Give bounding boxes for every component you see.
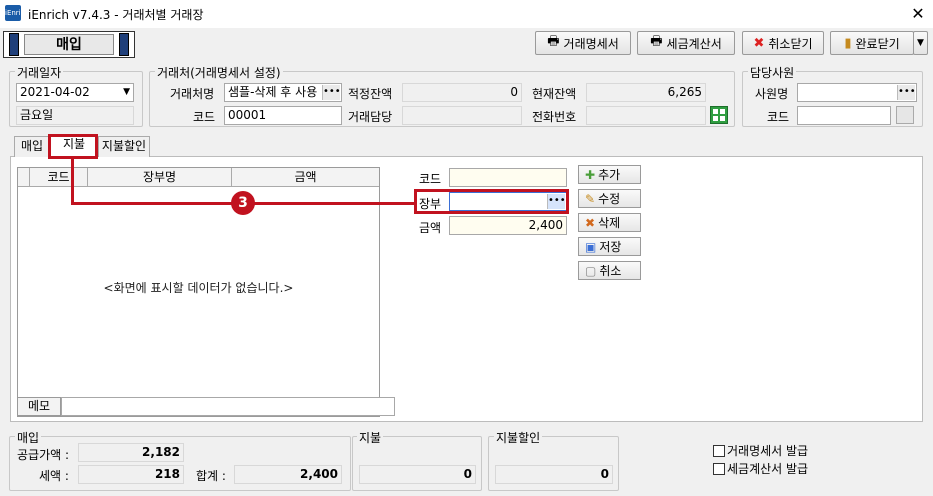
opening-balance-label: 적정잔액 [348,87,393,101]
print-tax-invoice-button[interactable]: 🖶 세금계산서 [637,31,735,55]
close-icon[interactable]: ✕ [908,4,928,24]
statement-issue-label: 거래명세서 발급 [727,444,809,458]
checkbox-box[interactable] [713,444,725,457]
edit-button[interactable]: ✎ 수정 [578,189,641,208]
trade-date-group-label: 거래일자 [15,64,64,81]
supply-amount-label: 공급가액 : [17,448,70,462]
column-header-amount[interactable]: 금액 [232,168,379,186]
tax-invoice-issue-label: 세금계산서 발급 [727,462,809,476]
form-amount-label: 금액 [419,221,442,235]
x-icon: ✖ [753,35,765,51]
delete-button[interactable]: ✖ 삭제 [578,213,641,232]
trade-date-picker[interactable]: 2021-04-02 ▼ [16,83,134,102]
payment-total-field: 0 [359,465,476,484]
disk-icon: ▣ [585,239,597,254]
save-button[interactable]: ▣ 저장 [578,237,641,256]
more-icon[interactable]: ••• [897,85,916,100]
client-code-field[interactable]: 00001 [224,106,342,125]
cancel-label: 취소 [599,264,622,278]
window-title: iEnrich v7.4.3 - 거래처별 거래장 [28,8,204,22]
delete-icon: ✖ [585,215,596,230]
client-name-field[interactable]: 샘플-삭제 후 사용 ••• [224,83,342,102]
client-code-label: 코드 [193,110,216,124]
purchase-summary-label: 매입 [15,429,42,446]
save-label: 저장 [599,240,622,254]
staff-code-field[interactable] [797,106,891,125]
client-name-label: 거래처명 [170,87,215,101]
client-contact-field [402,106,522,125]
printer-icon: 🖶 [650,34,663,49]
pencil-icon: ✎ [585,191,596,206]
supply-amount-field: 2,182 [78,443,184,462]
highlight-box-ledger [414,189,569,214]
done-close-button[interactable]: ▮ 완료닫기 [830,31,914,55]
total-amount-field: 2,400 [234,465,342,484]
tax-amount-label: 세액 : [39,469,69,483]
discount-summary-label: 지불할인 [494,429,543,446]
cancel-close-label: 취소닫기 [768,36,813,51]
tab-purchase[interactable]: 매입 [14,136,50,157]
client-group-label: 거래처(거래명세서 설정) [155,64,283,81]
weekday-field: 금요일 [16,106,134,125]
delete-label: 삭제 [598,216,621,230]
staff-code-label: 코드 [767,110,790,124]
mode-label: 매입 [24,34,114,55]
staff-group-label: 담당사원 [748,64,797,81]
discount-total-field: 0 [495,465,613,484]
staff-lookup-icon[interactable] [896,106,914,124]
highlight-box-tab [48,134,98,159]
add-icon: ✚ [585,167,596,182]
trade-date-value: 2021-04-02 [20,85,90,99]
opening-balance-field: 0 [402,83,522,102]
print-statement-label: 거래명세서 [563,36,619,51]
statement-issue-checkbox[interactable]: 거래명세서 발급 [713,442,808,459]
print-tax-invoice-label: 세금계산서 [666,36,722,51]
column-header-ledger-name[interactable]: 장부명 [88,168,232,186]
cancel-button[interactable]: ▢ 취소 [578,261,641,280]
add-button[interactable]: ✚ 추가 [578,165,641,184]
current-balance-label: 현재잔액 [532,87,577,101]
form-amount-field[interactable]: 2,400 [449,216,567,235]
more-icon[interactable]: ••• [322,85,341,100]
grid-row-indicator [18,168,30,186]
print-statement-button[interactable]: 🖶 거래명세서 [535,31,631,55]
book-icon: ▮ [844,35,852,51]
done-close-dropdown[interactable]: ▼ [913,31,928,55]
grid-empty-message: <화면에 표시할 데이터가 없습니다.> [103,281,294,295]
cancel-icon: ▢ [585,263,597,278]
client-name-value: 샘플-삭제 후 사용 [228,85,318,99]
form-code-field[interactable] [449,168,567,187]
done-close-label: 완료닫기 [855,36,900,51]
printer-icon: 🖶 [547,34,560,49]
memo-label: 메모 [17,397,61,416]
tab-payment-discount[interactable]: 지불할인 [98,136,150,157]
tax-invoice-issue-checkbox[interactable]: 세금계산서 발급 [713,460,808,477]
mode-bar-right [119,33,129,56]
connector-line-vertical [71,159,74,205]
checkbox-box[interactable] [713,462,725,475]
phone-lookup-icon[interactable] [710,106,728,124]
form-code-label: 코드 [419,172,442,186]
mode-indicator: 매입 [3,31,135,58]
cancel-close-button[interactable]: ✖ 취소닫기 [742,31,824,55]
edit-label: 수정 [598,192,621,206]
add-label: 추가 [598,168,621,182]
step-marker: 3 [231,191,255,215]
chevron-down-icon: ▼ [123,87,130,97]
column-header-code[interactable]: 코드 [30,168,88,186]
phone-label: 전화번호 [532,110,577,124]
staff-name-label: 사원명 [755,87,789,101]
phone-field [586,106,706,125]
mode-bar-left [9,33,19,56]
tax-amount-field: 218 [78,465,184,484]
payment-summary-label: 지불 [357,429,384,446]
staff-name-field[interactable]: ••• [797,83,917,102]
app-logo-icon: iEnrich [5,5,29,21]
client-contact-label: 거래담당 [348,110,393,124]
memo-field[interactable] [61,397,395,416]
total-amount-label: 합계 : [196,469,226,483]
chevron-down-icon: ▼ [917,38,924,48]
current-balance-field: 6,265 [586,83,706,102]
